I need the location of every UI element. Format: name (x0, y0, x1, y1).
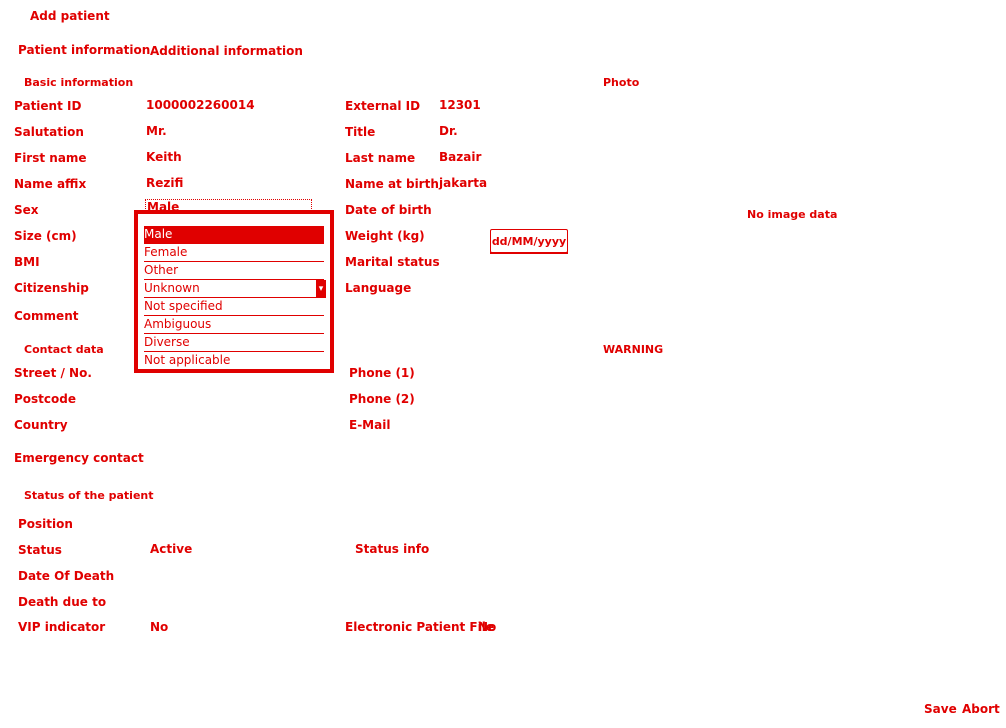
sex-dropdown-list[interactable]: Male Female Other Unknown Not specified … (134, 210, 334, 373)
citizenship-label: Citizenship (14, 281, 89, 295)
salutation-select[interactable]: Mr. (146, 124, 167, 138)
electronic-patient-file-select[interactable]: No (478, 620, 496, 634)
street-label: Street / No. (14, 366, 92, 380)
sex-option-male[interactable]: Male (144, 226, 324, 244)
sex-option-unknown[interactable]: Unknown (144, 280, 324, 298)
country-label: Country (14, 418, 68, 432)
dropdown-scroll-icon[interactable]: ▾ (316, 280, 326, 298)
title-label: Title (345, 125, 376, 139)
status-info-label: Status info (355, 542, 430, 556)
bmi-label: BMI (14, 255, 40, 269)
phone2-label: Phone (2) (349, 392, 415, 406)
sex-option-female[interactable]: Female (144, 244, 324, 262)
basic-information-heading: Basic information (24, 76, 134, 89)
status-label: Status (18, 543, 62, 557)
date-of-birth-input[interactable]: dd/MM/yyyy (490, 229, 568, 254)
sex-option-not-applicable[interactable]: Not applicable (144, 352, 324, 370)
comment-label: Comment (14, 309, 79, 323)
last-name-label: Last name (345, 151, 416, 165)
name-affix-label: Name affix (14, 177, 87, 191)
emergency-contact-label: Emergency contact (14, 451, 144, 465)
size-label: Size (cm) (14, 229, 77, 243)
photo-heading: Photo (603, 76, 640, 89)
warning-heading: WARNING (603, 343, 664, 356)
contact-data-heading: Contact data (24, 343, 104, 356)
vip-indicator-select[interactable]: No (150, 620, 168, 634)
marital-status-label: Marital status (345, 255, 440, 269)
status-heading: Status of the patient (24, 489, 154, 502)
external-id-label: External ID (345, 99, 421, 113)
sex-option-diverse[interactable]: Diverse (144, 334, 324, 352)
no-image-text[interactable]: No image data (747, 208, 837, 221)
abort-button[interactable]: Abort (962, 702, 1000, 716)
postcode-label: Postcode (14, 392, 77, 406)
vip-indicator-label: VIP indicator (18, 620, 106, 634)
name-affix-field[interactable]: Rezifi (146, 176, 183, 190)
first-name-label: First name (14, 151, 87, 165)
tab-additional-information[interactable]: Additional information (150, 44, 303, 58)
last-name-field[interactable]: Bazair (439, 150, 481, 164)
patient-id-label: Patient ID (14, 99, 82, 113)
status-select[interactable]: Active (150, 542, 192, 556)
window-title: Add patient (30, 9, 110, 23)
phone1-label: Phone (1) (349, 366, 415, 380)
email-label: E-Mail (349, 418, 391, 432)
sex-option-ambiguous[interactable]: Ambiguous (144, 316, 324, 334)
name-at-birth-label: Name at birth (345, 177, 439, 191)
language-label: Language (345, 281, 412, 295)
sex-option-not-specified[interactable]: Not specified (144, 298, 324, 316)
electronic-patient-file-label: Electronic Patient File (345, 620, 494, 634)
position-label: Position (18, 517, 73, 531)
first-name-field[interactable]: Keith (146, 150, 182, 164)
title-select[interactable]: Dr. (439, 124, 458, 138)
date-of-death-label: Date Of Death (18, 569, 115, 583)
patient-id-value: 1000002260014 (146, 98, 255, 112)
name-at-birth-field[interactable]: jakarta (439, 176, 487, 190)
death-due-to-label: Death due to (18, 595, 107, 609)
sex-option-other[interactable]: Other (144, 262, 324, 280)
salutation-label: Salutation (14, 125, 84, 139)
external-id-field[interactable]: 12301 (439, 98, 481, 112)
weight-label: Weight (kg) (345, 229, 425, 243)
sex-label: Sex (14, 203, 39, 217)
save-button[interactable]: Save (924, 702, 957, 716)
date-of-birth-label: Date of birth (345, 203, 432, 217)
tab-patient-information[interactable]: Patient information (18, 43, 150, 57)
